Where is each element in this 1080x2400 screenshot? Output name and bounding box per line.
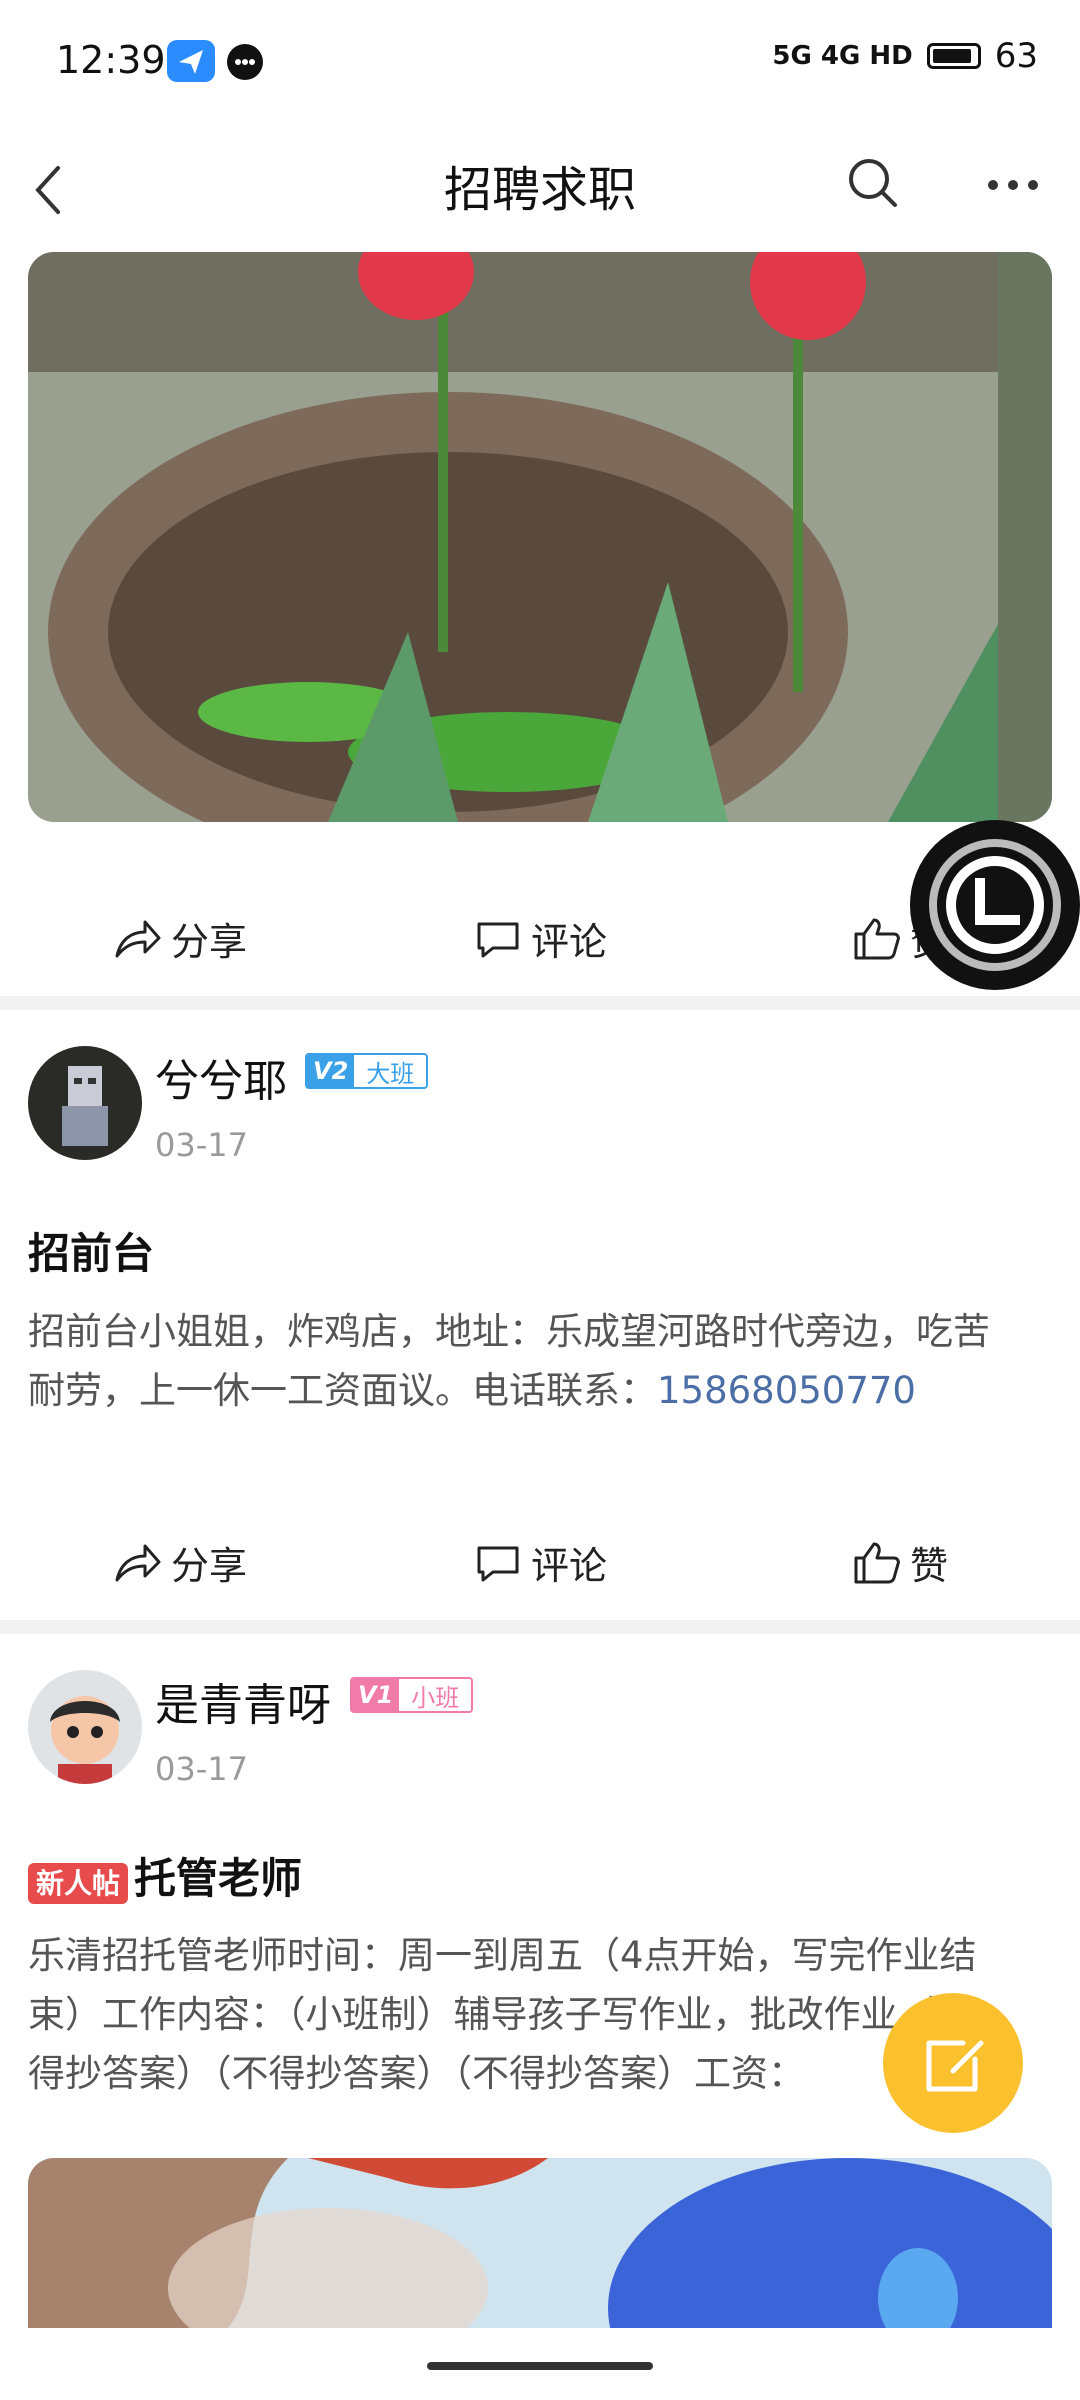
more-icon[interactable]: [985, 165, 1041, 205]
like-label: 赞: [909, 1543, 948, 1588]
divider: [0, 996, 1080, 1010]
status-bar: 12:39 5G 4G HD 63: [0, 0, 1080, 125]
post-image[interactable]: [28, 252, 1052, 822]
post-body-line: 乐清招托管老师时间：周一到周五（4点开始，写完作业结: [28, 1934, 977, 1977]
post-title[interactable]: 招前台: [28, 1220, 154, 1281]
divider: [0, 1620, 1080, 1634]
level-name: 大班: [354, 1055, 427, 1087]
post-body-line: 招前台小姐姐，炸鸡店，地址：乐成望河路时代旁边，吃苦: [28, 1310, 990, 1353]
level-number: V1: [352, 1679, 400, 1711]
share-icon: [115, 1544, 161, 1582]
username[interactable]: 兮兮耶: [155, 1045, 287, 1109]
username[interactable]: 是青青呀: [155, 1669, 331, 1733]
page-title: 招聘求职: [443, 162, 636, 218]
share-label: 分享: [170, 1543, 247, 1588]
battery-icon: [926, 43, 981, 69]
battery-level: 63: [994, 36, 1038, 76]
share-button[interactable]: 分享: [0, 1502, 360, 1622]
comment-label: 评论: [530, 1543, 607, 1588]
comment-icon: [477, 922, 519, 958]
floating-assistant-button[interactable]: [910, 820, 1080, 990]
comment-button[interactable]: 评论: [360, 1502, 720, 1622]
post-body-line: 耐劳，上一休一工资面议。电话联系：15868050770: [28, 1361, 1058, 1420]
network-indicator: 5G 4G HD: [772, 41, 913, 71]
share-icon: [115, 920, 161, 958]
like-icon: [854, 918, 900, 960]
phone-link[interactable]: 15868050770: [657, 1369, 916, 1412]
avatar[interactable]: [28, 1046, 142, 1160]
level-badge: V1 小班: [350, 1677, 474, 1713]
post-image[interactable]: [28, 2158, 1052, 2328]
home-indicator[interactable]: [427, 2362, 653, 2370]
level-number: V2: [307, 1055, 355, 1087]
status-indicators: 5G 4G HD 63: [772, 36, 1038, 76]
compose-icon: [926, 2040, 984, 2092]
post-date: 03-17: [155, 1750, 248, 1788]
search-icon[interactable]: [845, 155, 901, 211]
comment-label: 评论: [530, 919, 607, 964]
post-title-text: 托管老师: [134, 1854, 303, 1903]
post-title[interactable]: 新人帖 托管老师: [28, 1845, 302, 1906]
post-date: 03-17: [155, 1126, 248, 1164]
share-button[interactable]: 分享: [0, 878, 360, 998]
comment-button[interactable]: 评论: [360, 878, 720, 998]
post-body[interactable]: 招前台小姐姐，炸鸡店，地址：乐成望河路时代旁边，吃苦 耐劳，上一休一工资面议。电…: [28, 1302, 1058, 1420]
message-app-icon: [227, 44, 263, 80]
action-row: 分享 评论 赞: [0, 1502, 1080, 1622]
level-name: 小班: [399, 1679, 472, 1711]
new-post-tag: 新人帖: [28, 1862, 129, 1904]
like-icon: [854, 1542, 900, 1584]
post-body-text: 耐劳，上一休一工资面议。电话联系：: [28, 1369, 657, 1412]
share-label: 分享: [170, 919, 247, 964]
like-button[interactable]: 赞: [720, 1502, 1080, 1622]
status-time: 12:39: [56, 38, 166, 82]
compose-button[interactable]: [883, 1993, 1023, 2133]
navigation-app-icon: [167, 40, 215, 82]
comment-icon: [477, 1546, 519, 1582]
level-badge: V2 大班: [305, 1053, 429, 1089]
avatar[interactable]: [28, 1670, 142, 1784]
